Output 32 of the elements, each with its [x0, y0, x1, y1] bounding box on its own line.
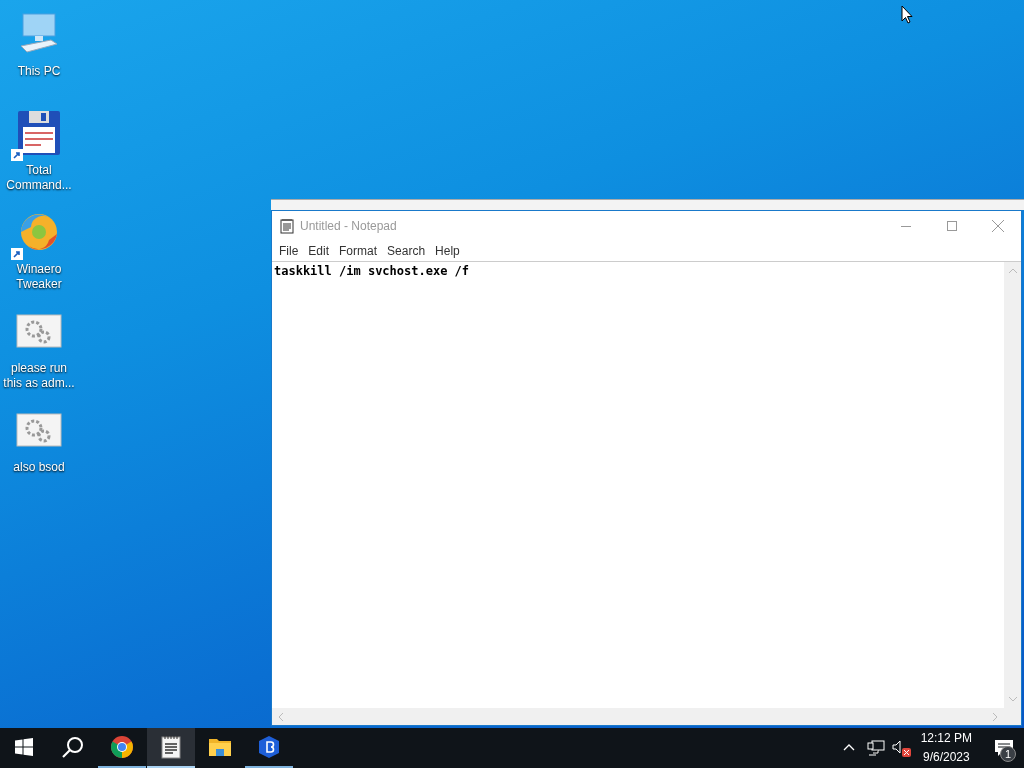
muted-speaker-icon[interactable]	[890, 739, 913, 757]
maximize-icon	[947, 221, 957, 231]
notification-button[interactable]: 1	[984, 728, 1024, 768]
menu-item[interactable]: File	[274, 244, 304, 258]
scroll-down-icon	[1007, 694, 1018, 704]
menu-item[interactable]: Format	[334, 244, 383, 258]
taskbar-app-button[interactable]	[147, 728, 195, 768]
horizontal-scrollbar[interactable]	[272, 708, 1004, 725]
clock-date[interactable]: 9/6/2023	[922, 748, 970, 767]
text-editor[interactable]: taskkill /im svchost.exe /f	[272, 262, 1004, 708]
notepad-icon	[161, 735, 181, 759]
menu-item[interactable]: Search	[382, 244, 431, 258]
desktop-icon-label[interactable]: also bsod	[1, 460, 77, 475]
clock-time[interactable]: 12:12 PM	[920, 729, 972, 748]
scroll-right-icon	[990, 711, 1000, 722]
vertical-scrollbar[interactable]	[1004, 262, 1021, 725]
close-icon	[992, 220, 1004, 232]
cursor-icon	[901, 5, 913, 24]
hexagon-app-icon	[258, 735, 280, 759]
window-title: Untitled - Notepad	[300, 219, 398, 233]
chrome-icon	[110, 735, 134, 759]
scroll-up-icon	[1007, 266, 1018, 276]
folder-icon	[208, 737, 232, 757]
notification-count: 1	[1000, 746, 1016, 762]
menu-item[interactable]: Edit	[303, 244, 335, 258]
search-icon	[61, 735, 85, 759]
scroll-left-icon	[276, 711, 286, 722]
notepad-icon	[280, 218, 294, 234]
desktop-icon-label[interactable]: please run this as adm...	[1, 361, 77, 391]
network-icon[interactable]	[866, 740, 885, 756]
menu-item[interactable]: Help	[430, 244, 465, 258]
windows-logo-icon	[15, 738, 33, 756]
